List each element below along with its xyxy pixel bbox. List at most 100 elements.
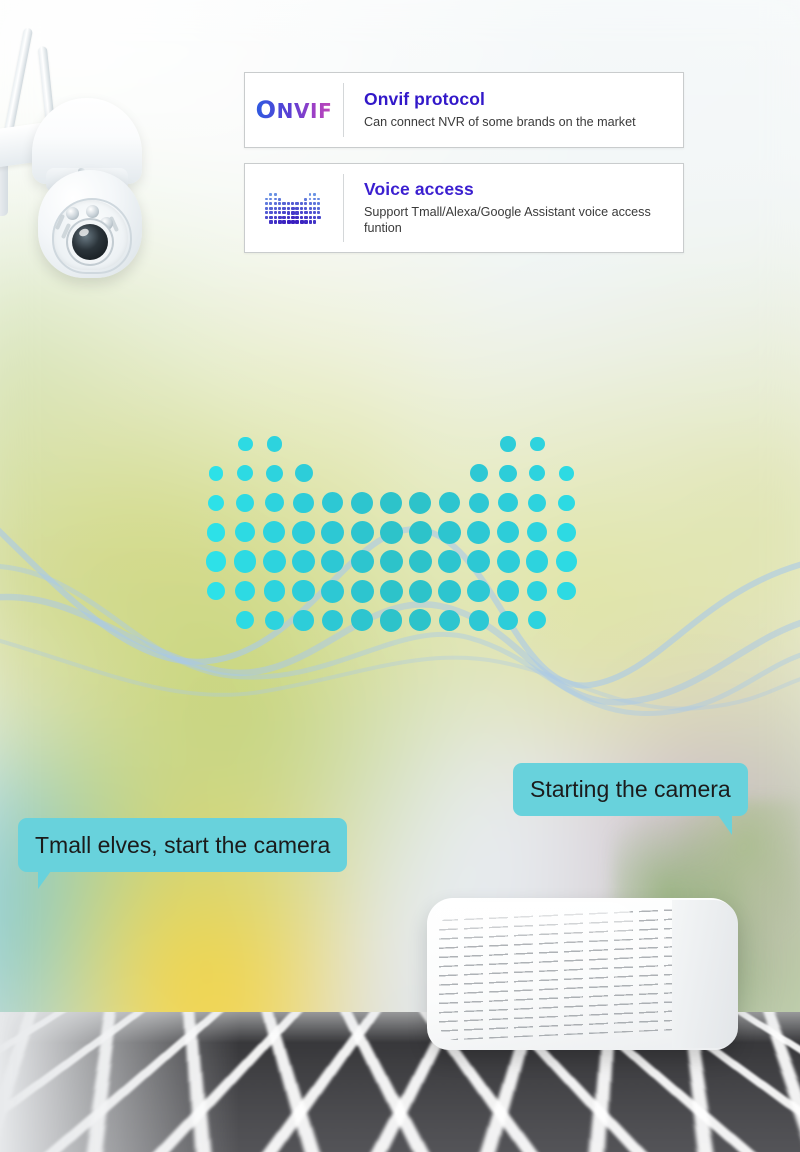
pattern-dot [499, 464, 517, 482]
pattern-dot [556, 551, 577, 572]
icon-dot [269, 215, 273, 219]
icon-dot [282, 220, 287, 224]
card-body: Voice access Support Tmall/Alexa/Google … [344, 179, 683, 237]
icon-dot [286, 206, 291, 210]
pattern-dot [263, 580, 286, 602]
icon-dot [265, 215, 269, 219]
icon-dot [269, 197, 273, 201]
icon-dot [308, 202, 312, 206]
speaker-highlight [433, 902, 633, 946]
icon-dot [312, 220, 317, 224]
icon-dot [312, 197, 316, 201]
icon-dot [269, 193, 273, 196]
icon-dot [304, 211, 308, 215]
icon-dot [308, 206, 312, 210]
pattern-dot [322, 609, 344, 631]
pattern-dot [408, 520, 432, 544]
icon-dot [317, 211, 321, 215]
icon-dot [273, 211, 278, 215]
pattern-dot [237, 436, 253, 452]
pattern-dot [208, 465, 224, 481]
pattern-dot [262, 550, 286, 574]
pattern-dot [351, 491, 373, 514]
icon-dot [312, 215, 317, 219]
pattern-dot [321, 520, 345, 544]
bubble-text: Tmall elves, start the camera [35, 831, 331, 858]
icon-dot [299, 202, 303, 206]
pattern-dot [350, 579, 374, 603]
pattern-dot [409, 491, 432, 514]
pattern-dot [293, 610, 314, 631]
icon-dot [308, 220, 313, 224]
speaker-side-panel [672, 900, 738, 1048]
pattern-dot [496, 550, 520, 574]
pattern-dot [379, 579, 403, 603]
icon-dot [265, 202, 269, 206]
icon-dot [295, 211, 299, 215]
pattern-dot [206, 581, 226, 601]
icon-dot [291, 211, 295, 215]
icon-dot [317, 215, 321, 219]
pattern-dot [467, 520, 491, 544]
feature-card-voice-access[interactable]: Voice access Support Tmall/Alexa/Google … [244, 163, 684, 253]
pattern-dot [263, 521, 286, 544]
icon-dot [265, 211, 269, 215]
icon-dot [308, 197, 312, 201]
icon-dot [291, 202, 295, 206]
banner-stage: ONVIF Onvif protocol Can connect NVR of … [0, 0, 800, 1152]
pattern-dot [438, 609, 461, 631]
pattern-dot [207, 494, 225, 512]
icon-dot [278, 197, 282, 201]
pattern-dot [408, 579, 432, 603]
ir-led [86, 205, 99, 218]
pattern-dot [527, 580, 548, 602]
onvif-logo-prefix: O [255, 96, 277, 124]
pattern-dot [321, 579, 345, 603]
cat-ear-dot-matrix-small [263, 188, 325, 228]
smart-voice-speaker [427, 898, 738, 1050]
icon-dot [282, 202, 286, 206]
pattern-dot [557, 522, 576, 542]
icon-dot [317, 202, 321, 206]
bubble-tail [717, 815, 732, 835]
pattern-dot [266, 436, 283, 452]
pattern-dot [438, 550, 462, 574]
icon-dot [269, 220, 273, 224]
pattern-dot [351, 609, 373, 632]
pattern-dot [294, 464, 313, 483]
speech-bubble-device-response: Starting the camera [513, 763, 748, 835]
speech-bubble-user-command: Tmall elves, start the camera [18, 818, 348, 889]
icon-dot [304, 197, 308, 201]
pattern-dot [497, 580, 519, 602]
pattern-dot [528, 611, 547, 630]
pattern-dot [526, 521, 548, 543]
pattern-dot [265, 464, 283, 482]
icon-dot [273, 206, 277, 210]
icon-dot [286, 215, 291, 220]
pattern-dot [500, 436, 516, 452]
pattern-dot [557, 581, 576, 601]
icon-dot [273, 220, 278, 224]
pattern-dot [528, 493, 547, 512]
voice-dot-matrix-icon [245, 188, 343, 228]
pattern-dot [438, 492, 461, 514]
icon-dot [278, 206, 282, 210]
camera-lens [72, 224, 108, 260]
pattern-dot [236, 611, 255, 630]
pattern-dot [321, 550, 345, 574]
feature-card-onvif-protocol[interactable]: ONVIF Onvif protocol Can connect NVR of … [244, 72, 684, 148]
card-description: Can connect NVR of some brands on the ma… [364, 115, 636, 130]
icon-dot [295, 215, 300, 220]
card-title: Onvif protocol [364, 89, 485, 110]
icon-dot [278, 215, 282, 220]
pattern-dot [498, 610, 518, 630]
pattern-dot [293, 492, 314, 513]
pattern-dot [206, 522, 226, 542]
icon-dot [299, 220, 304, 224]
icon-dot [286, 211, 291, 215]
pattern-dot [379, 550, 403, 574]
bubble-text: Starting the camera [530, 776, 731, 802]
pattern-dot [379, 520, 403, 544]
icon-dot [312, 202, 316, 206]
onvif-logo-rest: NVIF [276, 99, 333, 123]
